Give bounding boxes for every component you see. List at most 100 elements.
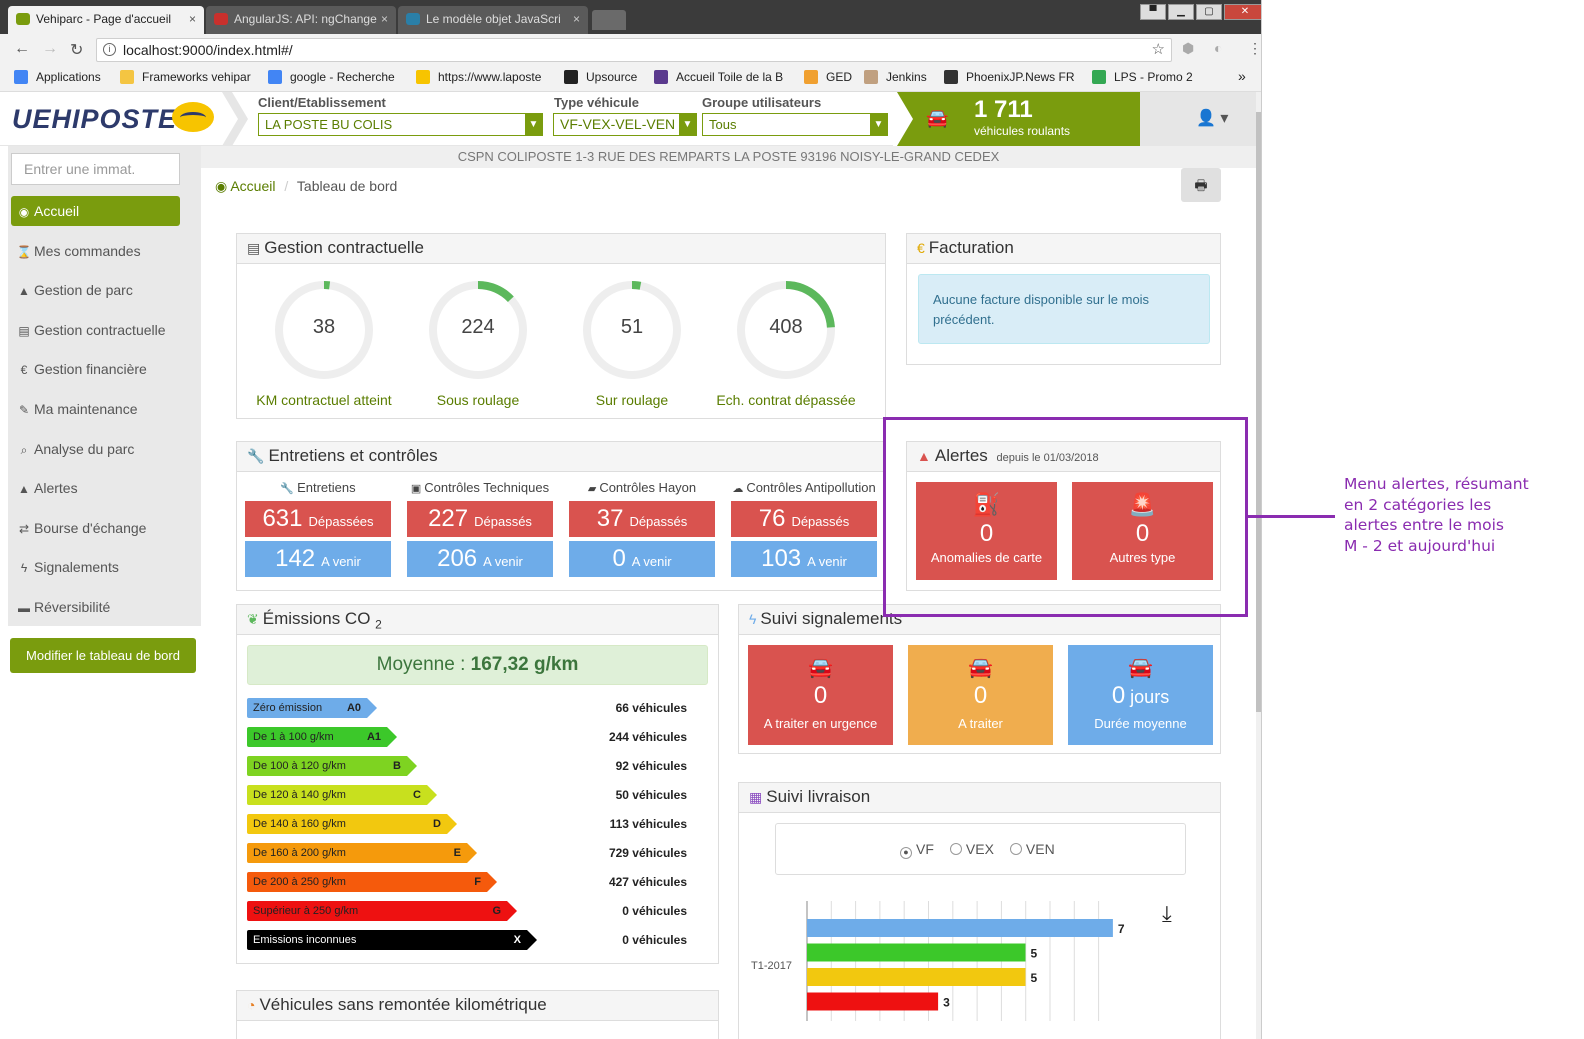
co2-class-bar[interactable]: De 160 à 200 g/km E [247,843,477,863]
maximize-button[interactable]: ▢ [1196,4,1222,20]
sidebar-item-search[interactable]: ⌕ Analyse du parc [11,434,180,464]
url-input[interactable]: i localhost:9000/index.html#/ ☆ [96,38,1172,62]
signalement-box[interactable]: 🚘 0 jours Durée moyenne [1068,645,1213,745]
extension-2-icon[interactable]: ◐ [1214,40,1222,56]
bookmark-item[interactable]: Upsource [564,70,637,84]
avenir-label: A venir [807,554,847,569]
bookmark-item[interactable]: GED [804,70,852,84]
bookmark-item[interactable]: Applications [14,70,101,84]
radio-vf[interactable]: ● VF [900,841,934,859]
browser-tab[interactable]: AngularJS: API: ngChange × [206,6,396,34]
menu-icon[interactable]: ⋮ [1248,40,1261,57]
sidebar-item-archive[interactable]: ▬ Réversibilité [11,592,180,622]
radio-ven[interactable]: VEN [1009,841,1055,857]
star-icon[interactable]: ☆ [1152,39,1165,61]
co2-average-label: Moyenne : [376,654,471,675]
breadcrumb-home[interactable]: ◉ Accueil [215,178,275,194]
co2-class-label: De 160 à 200 g/km [253,847,346,859]
download-icon[interactable]: ⤓ [1162,901,1172,927]
file-icon: ▤ [247,240,261,256]
gauge-label[interactable]: Sous roulage [398,392,558,408]
bookmark-item[interactable]: PhoenixJP.News FR [944,70,1075,84]
modify-dashboard-button[interactable]: Modifier le tableau de bord [10,638,196,673]
reload-icon[interactable]: ↻ [70,40,83,60]
gauge-label[interactable]: KM contractuel atteint [244,392,404,408]
back-icon[interactable]: ← [14,40,30,58]
entretiens-panel: 🔧 Entretiens et contrôles 🔧 Entretiens 631 D… [236,441,886,591]
co2-class-label: De 140 à 160 g/km [253,818,346,830]
signalement-box[interactable]: 🚘 0 A traiter en urgence [748,645,893,745]
sidebar-item-flash[interactable]: ϟ Signalements [11,552,180,582]
bookmark-item[interactable]: Frameworks vehipar [120,70,251,84]
bookmark-item[interactable]: LPS - Promo 2 [1092,70,1193,84]
close-window-button[interactable]: ✕ [1224,4,1261,20]
avenir-box[interactable]: 142 A venir [245,541,391,577]
type-select[interactable]: VF-VEX-VEL-VEN ▼ [553,113,697,136]
co2-class-bar[interactable]: De 100 à 120 g/km B [247,756,417,776]
forward-icon[interactable]: → [42,40,58,58]
chart-bar [807,968,1026,986]
sidebar-item-warning[interactable]: ▲ Alertes [11,473,180,503]
bookmarks-more[interactable]: » [1238,68,1246,84]
print-icon: 🖶 [1194,177,1208,193]
gauge-label[interactable]: Ech. contrat dépassée [706,392,866,408]
co2-class-bar[interactable]: De 120 à 140 g/km C [247,785,437,805]
extension-icon[interactable]: ⬢ [1182,40,1194,57]
entretiens-head-label: Contrôles Antipollution [746,480,876,495]
depasses-box[interactable]: 37 Dépassés [569,501,715,537]
co2-class-bar[interactable]: Zéro émission A0 [247,698,377,718]
co2-class-bar[interactable]: De 1 à 100 g/km A1 [247,727,397,747]
co2-class-bar[interactable]: De 200 à 250 g/km F [247,872,497,892]
client-select[interactable]: LA POSTE BU COLIS ▼ [258,113,543,136]
sidebar-item-dashboard[interactable]: ◉ Accueil [11,196,180,226]
tab-close-icon[interactable]: × [381,6,388,32]
radio-vex[interactable]: VEX [949,841,994,857]
sidebar-item-file[interactable]: ▤ Gestion contractuelle [11,315,180,345]
bookmark-item[interactable]: Accueil Toile de la B [654,70,783,84]
depasses-label: Dépassées [308,514,374,529]
bookmark-icon [804,70,818,84]
immat-search-input[interactable]: Entrer une immat. [11,153,180,185]
sidebar-item-hourglass[interactable]: ⌛ Mes commandes [11,236,180,266]
gauge-label[interactable]: Sur roulage [552,392,712,408]
avenir-box[interactable]: 0 A venir [569,541,715,577]
browser-tab[interactable]: Le modèle objet JavaScri × [398,6,588,34]
bookmark-item[interactable]: Jenkins [864,70,927,84]
scrollbar-thumb[interactable] [1256,112,1261,712]
co2-class-bar[interactable]: Emissions inconnues X [247,930,537,950]
tab-close-icon[interactable]: × [189,6,196,32]
scrollbar[interactable] [1256,92,1261,1039]
avenir-box[interactable]: 206 A venir [407,541,553,577]
bookmark-item[interactable]: google - Recherche [268,70,395,84]
print-button[interactable]: 🖶 [1181,168,1221,202]
new-tab-button[interactable] [592,10,626,30]
tab-close-icon[interactable]: × [573,6,580,32]
avenir-label: A venir [321,554,361,569]
bookmark-item[interactable]: https://www.laposte [416,70,541,84]
minimize-button[interactable]: ▁ [1168,4,1194,20]
avenir-label: A venir [631,554,672,569]
user-menu[interactable]: 👤 ▾ [1140,92,1256,146]
depasses-box[interactable]: 76 Dépassés [731,501,877,537]
flash-icon: ϟ [749,611,757,627]
entretiens-column-head: ▰ Contrôles Hayon [569,480,715,495]
sidebar-item-exchange[interactable]: ⇄ Bourse d'échange [11,513,180,543]
logo[interactable]: UEHIPOSTE [12,104,177,135]
signalement-box[interactable]: 🚘 0 A traiter [908,645,1053,745]
user-window-button[interactable]: ▀ [1140,4,1166,20]
sidebar-item-wrench[interactable]: ✎ Ma maintenance [11,394,180,424]
sidebar-item-euro[interactable]: € Gestion financière [11,354,180,384]
sidebar-item-label: Réversibilité [34,599,111,615]
co2-row: De 1 à 100 g/km A1 244 véhicules [247,727,708,747]
sidebar-item-road[interactable]: ▲ Gestion de parc [11,275,180,305]
avenir-box[interactable]: 103 A venir [731,541,877,577]
groupe-select[interactable]: Tous ▼ [702,113,888,136]
depasses-box[interactable]: 631 Dépassées [245,501,391,537]
panel-heading: ▤ Gestion contractuelle [237,234,885,264]
co2-class-bar[interactable]: Supérieur à 250 g/km G [247,901,517,921]
browser-tab[interactable]: Vehiparc - Page d'accueil × [8,6,204,34]
depasses-box[interactable]: 227 Dépassés [407,501,553,537]
info-icon[interactable]: i [103,43,116,56]
co2-class-bar[interactable]: De 140 à 160 g/km D [247,814,457,834]
sidebar-item-label: Ma maintenance [34,401,138,417]
